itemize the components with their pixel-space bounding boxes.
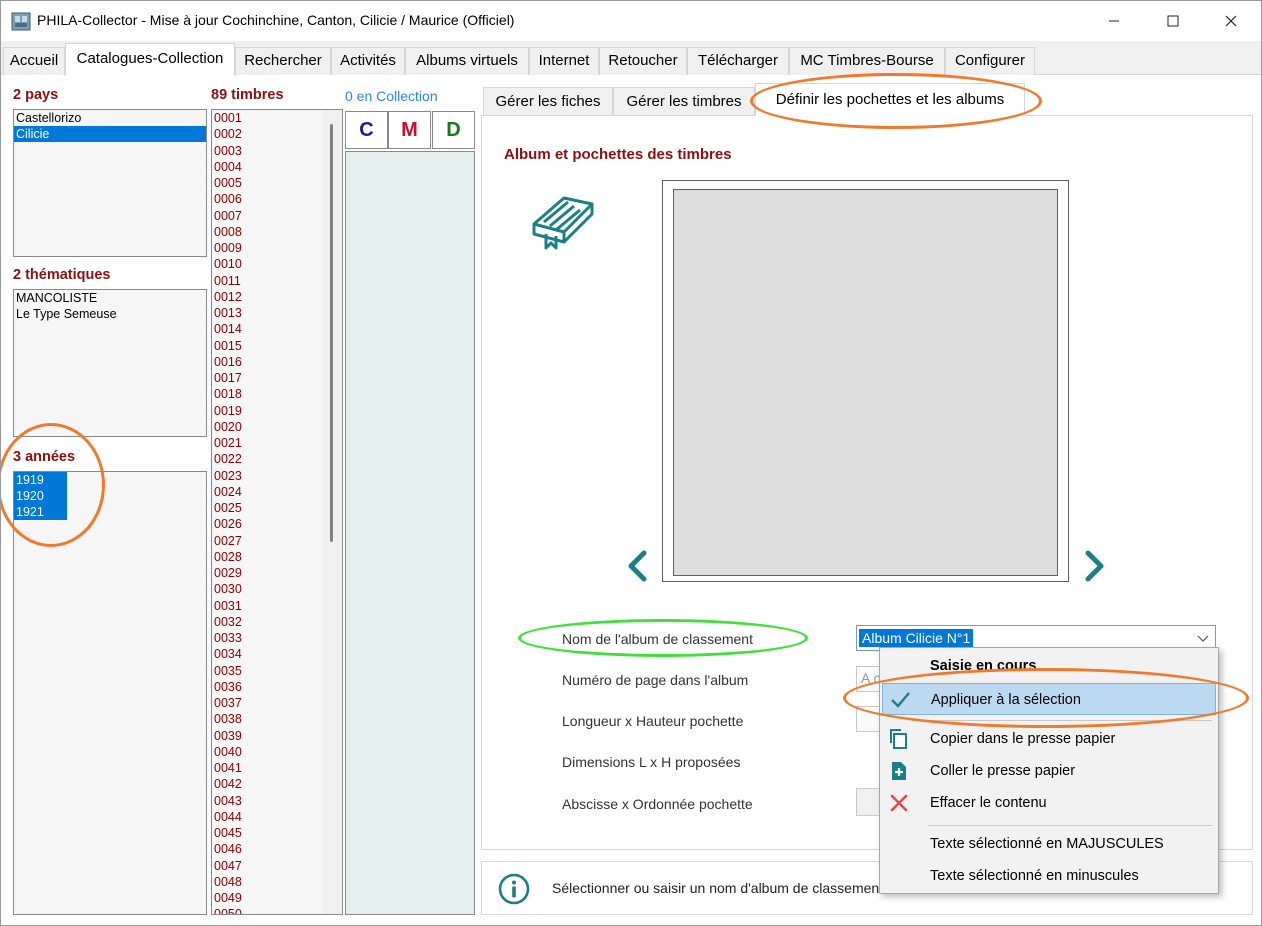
menu-header-label: Saisie en cours xyxy=(930,658,1037,674)
collection-listbox[interactable] xyxy=(345,151,475,915)
stamps-label: 89 timbres xyxy=(211,87,284,103)
menu-item-majuscules[interactable]: Texte sélectionné en MAJUSCULES xyxy=(882,828,1216,860)
pochette-preview xyxy=(673,189,1058,576)
chevron-right-icon xyxy=(1085,550,1104,582)
proposed-dimensions-label: Dimensions L x H proposées xyxy=(562,754,741,770)
app-logo-icon xyxy=(11,12,31,31)
years-listbox[interactable]: 1919 1920 1921 xyxy=(13,471,207,915)
album-name-value: Album Cilicie N°1 xyxy=(859,629,974,647)
minimize-button[interactable] xyxy=(1091,1,1137,41)
menu-item-minuscules[interactable]: Texte sélectionné en minuscules xyxy=(882,860,1216,892)
info-text: Sélectionner ou saisir un nom d'album de… xyxy=(552,880,884,896)
book-icon xyxy=(532,196,594,250)
pochette-size-label: Longueur x Hauteur pochette xyxy=(562,713,744,729)
app-window: PHILA-Collector - Mise à jour Cochinchin… xyxy=(0,0,1262,926)
title-bar: PHILA-Collector - Mise à jour Cochinchin… xyxy=(1,1,1261,41)
tab-rechercher[interactable]: Rechercher xyxy=(235,47,331,75)
menu-separator xyxy=(928,825,1212,826)
menu-item-appliquer[interactable]: Appliquer à la sélection xyxy=(882,683,1216,715)
c-button[interactable]: C xyxy=(345,111,388,149)
collection-count-label: 0 en Collection xyxy=(345,88,438,104)
pochette-position-label: Abscisse x Ordonnée pochette xyxy=(562,796,753,812)
thematics-listbox[interactable]: MANCOLISTE Le Type Semeuse xyxy=(13,289,207,437)
menu-item-label: Appliquer à la sélection xyxy=(931,692,1081,708)
m-button-label: M xyxy=(401,118,418,141)
next-button[interactable] xyxy=(1080,546,1110,586)
info-icon xyxy=(498,873,530,905)
scrollbar-thumb[interactable] xyxy=(330,124,333,542)
chevron-left-icon xyxy=(628,550,647,582)
list-item[interactable]: 1919 xyxy=(14,472,67,488)
menu-item-label: Copier dans le presse papier xyxy=(930,731,1116,747)
tab-gerer-les-fiches[interactable]: Gérer les fiches xyxy=(483,87,613,115)
m-button[interactable]: M xyxy=(388,111,431,149)
menu-item-label: Texte sélectionné en minuscules xyxy=(930,868,1139,884)
minimize-icon xyxy=(1109,20,1119,22)
tab-albums-virtuels[interactable]: Albums virtuels xyxy=(405,47,529,75)
menu-header-saisie-en-cours: Saisie en cours xyxy=(882,650,1216,682)
stamps-scrollbar[interactable] xyxy=(322,110,342,914)
tab-retoucher[interactable]: Retoucher xyxy=(599,47,687,75)
list-item[interactable]: MANCOLISTE xyxy=(14,290,206,306)
context-menu: Saisie en cours Appliquer à la sélection… xyxy=(879,647,1219,894)
tab-internet[interactable]: Internet xyxy=(529,47,599,75)
tab-gerer-les-timbres[interactable]: Gérer les timbres xyxy=(613,87,755,115)
prev-button[interactable] xyxy=(622,546,652,586)
menu-separator xyxy=(928,720,1212,721)
maximize-icon xyxy=(1167,15,1179,27)
tab-definir-pochettes-albums[interactable]: Définir les pochettes et les albums xyxy=(755,83,1025,116)
tab-telecharger[interactable]: Télécharger xyxy=(687,47,789,75)
tab-accueil[interactable]: Accueil xyxy=(3,47,65,75)
copy-icon xyxy=(890,729,907,749)
thematics-label: 2 thématiques xyxy=(13,267,111,283)
close-icon xyxy=(1225,15,1237,27)
d-button-label: D xyxy=(446,118,461,141)
window-title: PHILA-Collector - Mise à jour Cochinchin… xyxy=(37,12,515,28)
menu-item-copier[interactable]: Copier dans le presse papier xyxy=(882,723,1216,755)
menu-item-label: Texte sélectionné en MAJUSCULES xyxy=(930,836,1164,852)
list-item[interactable]: Le Type Semeuse xyxy=(14,306,206,322)
list-item[interactable]: Cilicie xyxy=(14,126,206,142)
menu-item-label: Effacer le contenu xyxy=(930,795,1047,811)
delete-x-icon xyxy=(890,794,908,812)
album-section-title: Album et pochettes des timbres xyxy=(504,146,732,163)
list-item[interactable]: 1920 xyxy=(14,488,67,504)
check-icon xyxy=(891,692,910,708)
c-button-label: C xyxy=(359,118,374,141)
tab-mc-timbres-bourse[interactable]: MC Timbres-Bourse xyxy=(789,47,945,75)
paste-icon xyxy=(892,762,906,780)
tab-configurer[interactable]: Configurer xyxy=(945,47,1035,75)
countries-label: 2 pays xyxy=(13,87,59,103)
album-name-label: Nom de l'album de classement xyxy=(562,631,753,647)
close-button[interactable] xyxy=(1208,1,1254,41)
menu-item-coller[interactable]: Coller le presse papier xyxy=(882,755,1216,787)
page-number-label: Numéro de page dans l'album xyxy=(562,672,749,688)
list-item[interactable]: Castellorizo xyxy=(14,110,206,126)
tab-activites[interactable]: Activités xyxy=(331,47,405,75)
chevron-down-icon[interactable] xyxy=(1196,631,1210,645)
maximize-button[interactable] xyxy=(1150,1,1196,41)
pochette-preview-frame xyxy=(662,180,1069,582)
tab-catalogues-collection[interactable]: Catalogues-Collection xyxy=(65,43,235,76)
d-button[interactable]: D xyxy=(432,111,475,149)
countries-listbox[interactable]: Castellorizo Cilicie xyxy=(13,109,207,257)
menu-item-label: Coller le presse papier xyxy=(930,763,1076,779)
stamps-listbox[interactable]: 0001 0002 0003 0004 0005 0006 0007 0008 0009 0010… xyxy=(211,109,343,915)
years-label: 3 années xyxy=(13,449,76,465)
list-item[interactable]: 1921 xyxy=(14,504,67,520)
main-tab-bar: Accueil Catalogues-Collection Rechercher… xyxy=(1,41,1261,76)
menu-item-effacer[interactable]: Effacer le contenu xyxy=(882,787,1216,819)
